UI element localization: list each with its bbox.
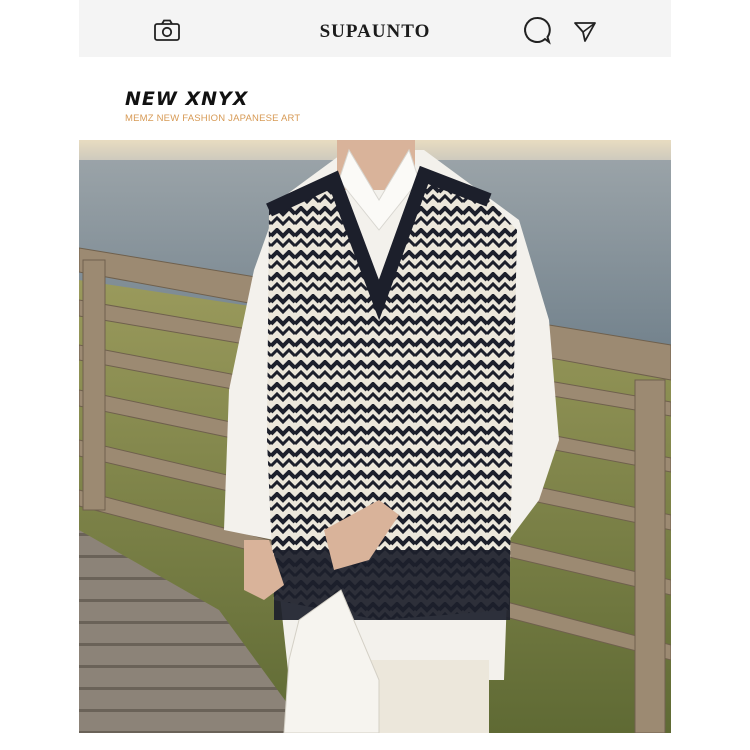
section-heading: NEW XNYX MEMZ NEW FASHION JAPANESE ART bbox=[125, 88, 300, 124]
top-bar: SUPAUNTO bbox=[79, 0, 671, 57]
chat-bubble-icon[interactable] bbox=[522, 15, 551, 45]
send-icon[interactable] bbox=[573, 20, 601, 48]
section-title: NEW XNYX bbox=[125, 88, 249, 110]
product-photo bbox=[79, 140, 671, 733]
section-subtitle: MEMZ NEW FASHION JAPANESE ART bbox=[125, 113, 301, 124]
